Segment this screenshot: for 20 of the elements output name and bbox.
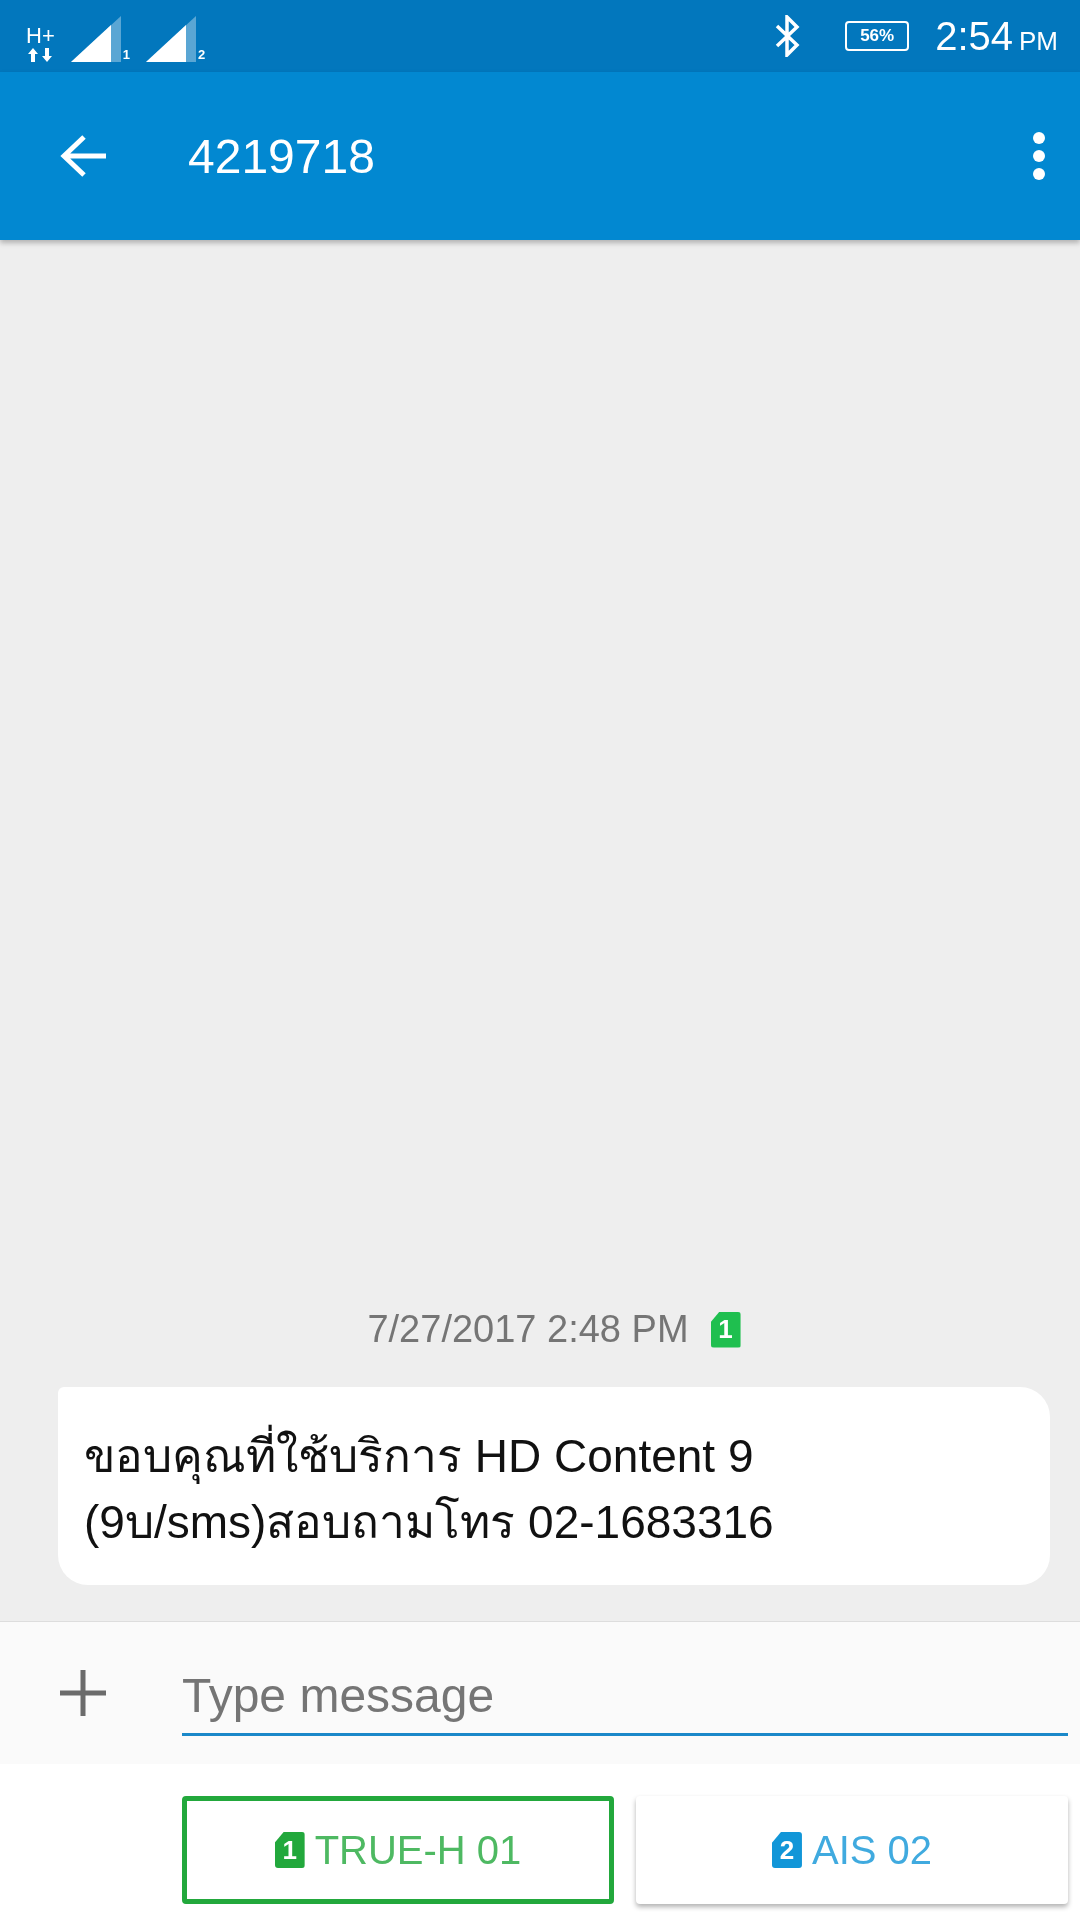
message-composer[interactable]: Type message: [0, 1621, 1080, 1764]
signal-icon: [146, 16, 196, 62]
add-icon[interactable]: [60, 1670, 106, 1716]
sim-number: 1: [122, 48, 130, 62]
sim-badge: 1: [710, 1311, 741, 1348]
more-options-icon[interactable]: [1032, 132, 1046, 180]
back-arrow-icon[interactable]: [60, 134, 108, 178]
sim-button[interactable]: 1 TRUE-H 01: [182, 1796, 614, 1904]
clock: 2:54: [935, 13, 1013, 59]
network-type: H+: [26, 24, 55, 48]
signal-icon: [70, 16, 121, 62]
message-input[interactable]: Type message: [182, 1668, 1068, 1736]
sim-number: 2: [198, 48, 206, 62]
message-timestamp: 7/27/2017 2:48 PM: [367, 1308, 689, 1351]
message-bubble: ขอบคุณที่ใช้บริการ HD Content 9 (9บ/sms)สอบถามโทร 02-1683316: [58, 1387, 1050, 1585]
conversation-title: 4219718: [188, 128, 376, 184]
battery-percent: 56%: [860, 26, 895, 46]
clock-suffix: PM: [1019, 25, 1058, 57]
data-arrows-icon: [28, 48, 53, 62]
bluetooth-icon: [775, 15, 802, 57]
